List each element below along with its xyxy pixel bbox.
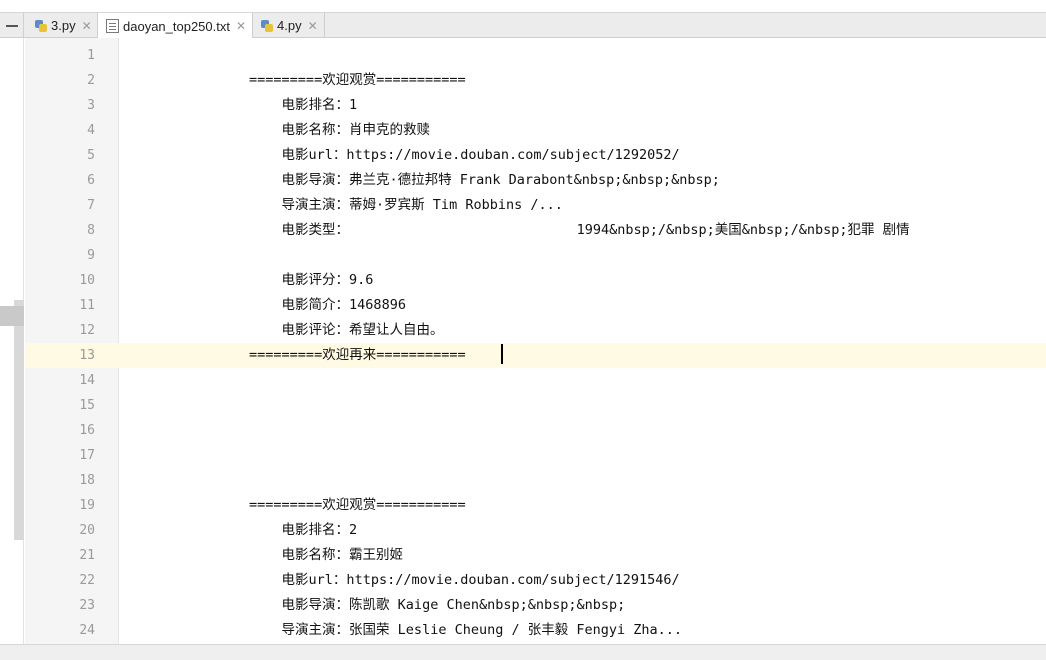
tab-label: daoyan_top250.txt xyxy=(123,18,230,34)
code-line[interactable]: 15 xyxy=(25,393,1046,418)
line-number: 11 xyxy=(79,298,95,313)
code-line[interactable]: 12 电影评论：希望让人自由。 xyxy=(25,318,1046,343)
vertical-scrollbar-thumb[interactable] xyxy=(14,300,24,540)
line-number: 2 xyxy=(87,73,95,88)
code-line[interactable]: 11 电影简介：1468896 xyxy=(25,293,1046,318)
line-number: 7 xyxy=(87,198,95,213)
line-text[interactable]: 电影url：https://movie.douban.com/subject/1… xyxy=(119,568,680,593)
line-number: 10 xyxy=(79,273,95,288)
collapse-panel-button[interactable] xyxy=(0,13,24,38)
line-text[interactable]: 电影导演：陈凯歌 Kaige Chen&nbsp;&nbsp;&nbsp; xyxy=(119,593,626,618)
code-line[interactable]: 23 电影导演：陈凯歌 Kaige Chen&nbsp;&nbsp;&nbsp; xyxy=(25,593,1046,618)
line-number: 21 xyxy=(79,548,95,563)
code-line[interactable]: 20 电影排名：2 xyxy=(25,518,1046,543)
line-text[interactable]: 电影url：https://movie.douban.com/subject/1… xyxy=(119,143,680,168)
line-text[interactable]: =========欢迎再来=========== xyxy=(119,343,466,368)
code-line[interactable]: 3 电影排名：1 xyxy=(25,93,1046,118)
code-line[interactable]: 24 导演主演：张国荣 Leslie Cheung / 张丰毅 Fengyi Z… xyxy=(25,618,1046,643)
code-line[interactable]: 21 电影名称：霸王别姬 xyxy=(25,543,1046,568)
python-file-icon xyxy=(34,19,47,33)
line-number: 5 xyxy=(87,148,95,163)
code-line[interactable]: 18 xyxy=(25,468,1046,493)
line-number: 20 xyxy=(79,523,95,538)
line-number: 23 xyxy=(79,598,95,613)
line-text[interactable]: 电影名称：霸王别姬 xyxy=(119,543,404,568)
tab-3-py[interactable]: 3.py ✕ xyxy=(26,13,99,38)
code-line[interactable]: 8 电影类型： 1994&nbsp;/&nbsp;美国&nbsp;/&nbsp;… xyxy=(25,218,1046,243)
line-text[interactable]: =========欢迎观赏=========== xyxy=(119,493,466,518)
tab-daoyan-top250-txt[interactable]: daoyan_top250.txt ✕ xyxy=(97,13,254,39)
code-line[interactable]: 14 xyxy=(25,368,1046,393)
line-text[interactable]: 电影评论：希望让人自由。 xyxy=(119,318,444,343)
window-top-strip xyxy=(0,0,1046,12)
line-number: 6 xyxy=(87,173,95,188)
line-number: 14 xyxy=(79,373,95,388)
status-bar xyxy=(0,644,1046,660)
text-file-icon xyxy=(106,19,119,33)
code-line[interactable]: 19 =========欢迎观赏=========== xyxy=(25,493,1046,518)
line-number: 16 xyxy=(79,423,95,438)
close-icon[interactable]: ✕ xyxy=(236,20,246,32)
line-number: 12 xyxy=(79,323,95,338)
line-text[interactable]: 电影名称：肖申克的救赎 xyxy=(119,118,431,143)
minus-icon xyxy=(5,24,18,27)
line-number: 1 xyxy=(87,48,95,63)
line-number: 15 xyxy=(79,398,95,413)
line-text[interactable]: 电影排名：1 xyxy=(119,93,358,118)
editor-tab-bar: 3.py ✕ daoyan_top250.txt ✕ 4.py ✕ xyxy=(0,12,1046,39)
line-text[interactable]: =========欢迎观赏=========== xyxy=(119,68,466,93)
code-line[interactable]: 16 xyxy=(25,418,1046,443)
line-text[interactable]: 电影排名：2 xyxy=(119,518,358,543)
code-line[interactable]: 10 电影评分：9.6 xyxy=(25,268,1046,293)
line-number: 4 xyxy=(87,123,95,138)
code-line[interactable]: 9 xyxy=(25,243,1046,268)
line-number: 9 xyxy=(87,248,95,263)
line-text[interactable]: 导演主演：蒂姆·罗宾斯 Tim Robbins /... xyxy=(119,193,563,218)
line-text[interactable]: 电影简介：1468896 xyxy=(119,293,406,318)
line-number: 19 xyxy=(79,498,95,513)
tab-4-py[interactable]: 4.py ✕ xyxy=(252,13,325,38)
code-line[interactable]: 4 电影名称：肖申克的救赎 xyxy=(25,118,1046,143)
code-line[interactable]: 13 =========欢迎再来=========== xyxy=(25,343,1046,368)
line-number: 13 xyxy=(79,348,95,363)
line-number: 8 xyxy=(87,223,95,238)
code-line[interactable]: 22 电影url：https://movie.douban.com/subjec… xyxy=(25,568,1046,593)
line-text[interactable]: 电影评分：9.6 xyxy=(119,268,374,293)
line-text[interactable]: 电影类型： 1994&nbsp;/&nbsp;美国&nbsp;/&nbsp;犯罪… xyxy=(119,218,910,243)
code-line[interactable]: 7 导演主演：蒂姆·罗宾斯 Tim Robbins /... xyxy=(25,193,1046,218)
line-text[interactable]: 电影导演：弗兰克·德拉邦特 Frank Darabont&nbsp;&nbsp;… xyxy=(119,168,720,193)
text-caret xyxy=(501,344,503,364)
tab-label: 3.py xyxy=(51,18,76,33)
code-line[interactable]: 2 =========欢迎观赏=========== xyxy=(25,68,1046,93)
line-number: 22 xyxy=(79,573,95,588)
line-number: 18 xyxy=(79,473,95,488)
close-icon[interactable]: ✕ xyxy=(308,20,318,32)
scroll-position-marker[interactable] xyxy=(0,306,24,326)
tab-label: 4.py xyxy=(277,18,302,33)
line-number: 17 xyxy=(79,448,95,463)
close-icon[interactable]: ✕ xyxy=(82,20,92,32)
python-file-icon xyxy=(260,19,273,33)
line-text[interactable]: 导演主演：张国荣 Leslie Cheung / 张丰毅 Fengyi Zha.… xyxy=(119,618,682,643)
line-number: 3 xyxy=(87,98,95,113)
code-line[interactable]: 1 xyxy=(25,43,1046,68)
code-line[interactable]: 5 电影url：https://movie.douban.com/subject… xyxy=(25,143,1046,168)
line-number: 24 xyxy=(79,623,95,638)
code-line[interactable]: 17 xyxy=(25,443,1046,468)
code-line[interactable]: 6 电影导演：弗兰克·德拉邦特 Frank Darabont&nbsp;&nbs… xyxy=(25,168,1046,193)
